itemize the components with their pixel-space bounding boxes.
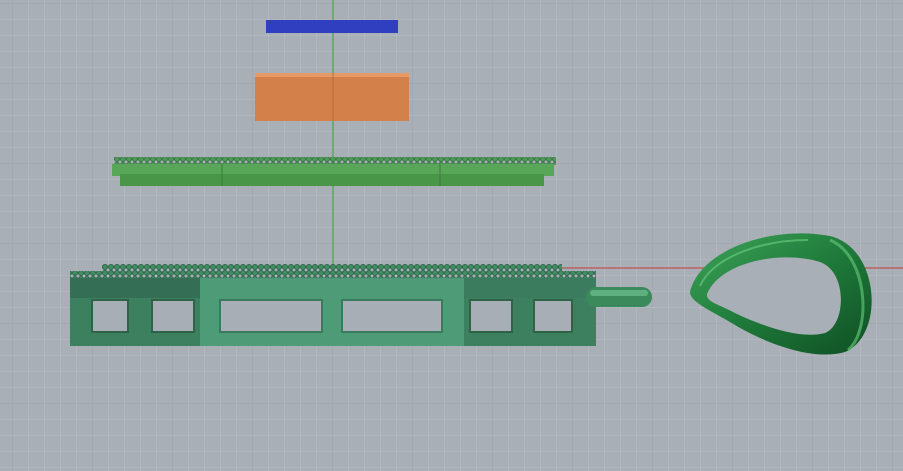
scene-canvas [70,0,903,355]
orange-block[interactable] [255,73,409,121]
3d-viewport[interactable] [0,0,903,471]
blue-bar[interactable] [266,20,398,33]
green-top-plate[interactable] [112,157,556,186]
green-base-frame[interactable] [70,264,596,346]
green-loop-ring[interactable] [690,233,872,355]
green-pin[interactable] [586,287,652,307]
